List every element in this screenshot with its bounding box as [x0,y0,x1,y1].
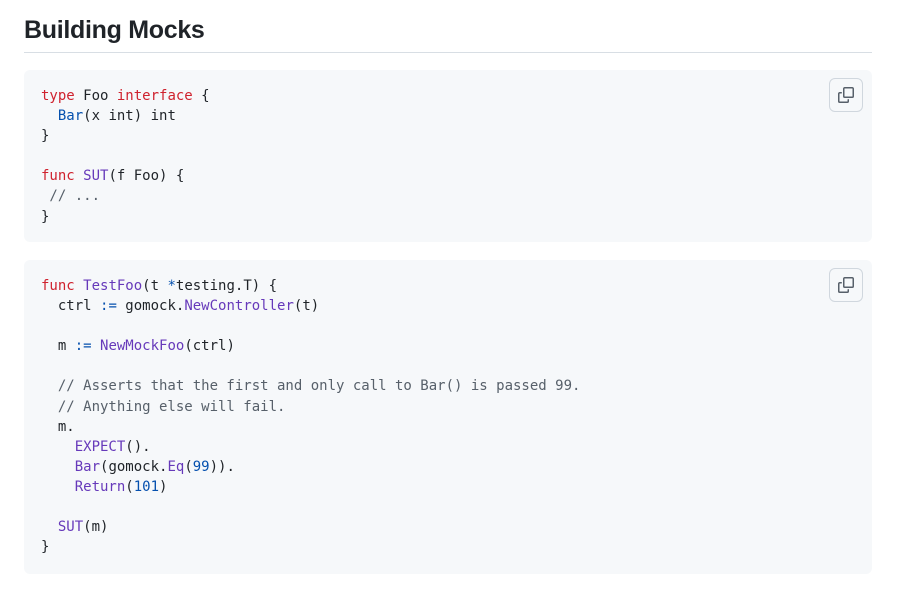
code-line: m. [41,417,856,437]
code-token: EXPECT [74,438,126,455]
code-token: // Anything else will fail. [41,398,286,415]
code-token: (). [125,438,151,455]
code-line: Bar(x int) int [41,106,856,126]
code-token: { [192,88,210,104]
code-token: (ctrl) [184,338,235,355]
code-token: Foo [74,88,117,104]
code-token: Bar [57,108,84,125]
code-token: m [41,338,75,355]
code-token: 101 [133,478,160,495]
code-token: SUT [83,168,109,185]
code-token: := [100,298,117,315]
code-token: * [167,278,176,294]
code-token: NewMockFoo [100,338,185,355]
code-token: SUT [57,519,84,536]
code-token: Eq [167,458,185,475]
code-token: m. [41,418,75,435]
code-token: )). [209,458,235,475]
code-token: ctrl [41,298,101,315]
code-token: TestFoo [83,278,143,294]
code-token: (m) [83,519,109,536]
copy-button[interactable] [829,78,863,112]
code-line: // ... [41,186,856,206]
code-token: interface [116,88,193,104]
code-line: type Foo interface { [41,86,856,106]
code-block-interface: type Foo interface { Bar(x int) int} func… [24,70,872,242]
code-token: type [41,88,75,104]
code-line: } [41,537,856,557]
code-token: NewController [184,298,294,315]
code-token: (t [142,278,168,294]
code-content: type Foo interface { Bar(x int) int} func… [24,70,872,227]
code-content: func TestFoo(t *testing.T) { ctrl := gom… [24,260,872,557]
code-token: (x int) int [83,108,176,125]
code-token: } [41,539,50,556]
code-line: m := NewMockFoo(ctrl) [41,336,856,356]
code-token: // Asserts that the first and only call … [41,378,581,395]
code-token: func [41,168,75,185]
code-token: Bar [74,458,101,475]
copy-icon [838,277,854,293]
code-token: ( [125,478,134,495]
code-block-test: func TestFoo(t *testing.T) { ctrl := gom… [24,260,872,574]
code-line: Bar(gomock.Eq(99)). [41,457,856,477]
section-heading: Building Mocks [24,14,872,53]
code-line: func TestFoo(t *testing.T) { [41,276,856,296]
page-title: Building Mocks [24,16,205,44]
code-line: // Anything else will fail. [41,397,856,417]
code-token: ( [184,458,193,475]
code-line: } [41,126,856,146]
code-line: } [41,207,856,227]
code-token: gomock. [116,298,185,315]
code-token: (t) [293,298,320,315]
code-token: // ... [41,188,101,205]
code-token: testing.T) { [175,278,278,294]
code-token: } [41,128,50,145]
code-line: ctrl := gomock.NewController(t) [41,296,856,316]
code-token: := [74,338,92,355]
code-token: (f Foo) { [108,168,185,185]
code-token: 99 [192,458,210,475]
code-token: (gomock. [100,458,168,475]
code-token: ) [159,478,168,495]
copy-button[interactable] [829,268,863,302]
copy-icon [838,87,854,103]
code-line: EXPECT(). [41,437,856,457]
code-line: func SUT(f Foo) { [41,166,856,186]
code-token: Return [74,478,126,495]
code-line: // Asserts that the first and only call … [41,376,856,396]
code-line: Return(101) [41,477,856,497]
code-token: } [41,208,50,225]
code-token: func [41,278,75,294]
code-line: SUT(m) [41,517,856,537]
